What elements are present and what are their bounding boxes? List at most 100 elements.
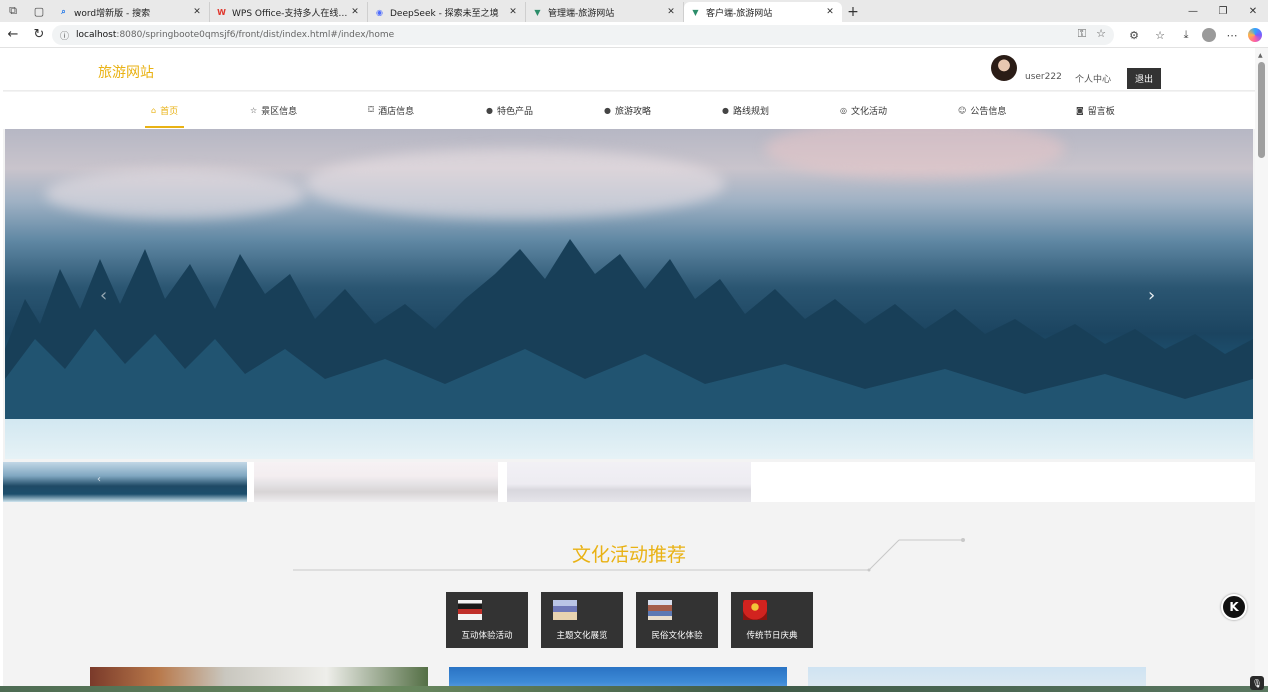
nav-item-scenic[interactable]: ☆ 景区信息	[250, 92, 297, 128]
close-icon[interactable]: ✕	[507, 7, 519, 17]
downloads-icon[interactable]: ⤓	[1176, 25, 1196, 45]
microphone-icon[interactable]: 🎙	[1250, 676, 1264, 690]
carousel-thumbnail[interactable]	[507, 462, 751, 502]
tab-title: WPS Office-支持多人在线编辑多种文档格式	[232, 8, 349, 19]
vue-icon: ▼	[534, 7, 541, 17]
banner-cloud	[305, 149, 725, 219]
banner-cloud	[45, 169, 305, 219]
banner-cloud	[765, 129, 1065, 179]
carousel-prev-icon[interactable]: ‹	[100, 285, 107, 306]
nav-item-home[interactable]: ⌂ 首页	[144, 92, 185, 128]
user-avatar[interactable]	[991, 55, 1017, 81]
nav-item-notices[interactable]: ☺ 公告信息	[958, 92, 1006, 128]
url-path: :8080/springboote0qmsjf6/front/dist/inde…	[116, 30, 395, 40]
section-title: 文化活动推荐	[571, 544, 686, 566]
url-field[interactable]: ⓘ localhost:8080/springboote0qmsjf6/fron…	[52, 25, 1114, 45]
url-host: localhost	[76, 30, 117, 40]
globe-icon: ◎	[840, 105, 847, 115]
reload-icon[interactable]: ↻	[26, 22, 52, 48]
nav-label: 公告信息	[970, 106, 1007, 117]
category-label: 主题文化展览	[556, 631, 608, 641]
nav-item-guides[interactable]: ● 旅游攻略	[604, 92, 651, 128]
info-circle-icon: ●	[722, 105, 729, 115]
nav-item-products[interactable]: ● 特色产品	[486, 92, 533, 128]
window-controls: — ❐ ✕	[1178, 0, 1268, 22]
page-content: 旅游网站 user222 个人中心 退出 ⌂ 首页 ☆ 景区信息 ⛋ 酒店信息 …	[3, 48, 1255, 692]
folk-image	[648, 600, 672, 620]
floating-assistant-button[interactable]: K	[1221, 594, 1247, 620]
nav-label: 旅游攻略	[614, 106, 651, 117]
tab-title: DeepSeek - 探索未至之境	[390, 8, 499, 19]
profile-avatar[interactable]	[1202, 28, 1216, 42]
site-header: 旅游网站 user222 个人中心 退出	[3, 48, 1255, 91]
scroll-up-icon[interactable]: ▲	[1258, 52, 1263, 59]
chevron-left-icon: ‹	[97, 474, 101, 485]
tab-title: 管理端-旅游网站	[548, 8, 615, 19]
category-label: 互动体验活动	[461, 631, 513, 641]
exhibition-image	[553, 600, 577, 620]
close-window-icon[interactable]: ✕	[1238, 0, 1268, 22]
omnibox-actions: ⚿ ☆	[1078, 27, 1106, 41]
browser-tab-5[interactable]: ▼ 客户端-旅游网站 ✕	[684, 2, 842, 22]
extensions-icon[interactable]: ⚙	[1124, 25, 1144, 45]
scroll-thumb[interactable]	[1258, 62, 1265, 158]
theater-image	[458, 600, 482, 620]
tab-title: 客户端-旅游网站	[706, 8, 773, 19]
nav-label: 文化活动	[850, 106, 887, 117]
star-icon: ☆	[250, 105, 258, 115]
category-card-festival[interactable]: 传统节日庆典	[731, 592, 813, 648]
close-icon[interactable]: ✕	[665, 7, 677, 17]
vue-icon: ▼	[692, 7, 699, 17]
shopping-bag-icon: ⛋	[368, 105, 375, 114]
main-nav: ⌂ 首页 ☆ 景区信息 ⛋ 酒店信息 ● 特色产品 ● 旅游攻略 ● 路线规划 …	[3, 92, 1255, 129]
minimize-icon[interactable]: —	[1178, 0, 1208, 22]
browser-tab-4[interactable]: ▼ 管理端-旅游网站 ✕	[526, 2, 684, 22]
carousel-thumbnail[interactable]	[254, 462, 498, 502]
carousel-thumbnails: ‹	[3, 462, 1255, 502]
browser-tab-1[interactable]: ⌕ word增新版 - 搜索 ✕	[52, 2, 210, 22]
deepseek-icon: ◉	[376, 7, 383, 17]
carousel-thumbnail[interactable]: ‹	[3, 462, 247, 502]
search-icon: ⌕	[61, 7, 66, 16]
nav-item-messages[interactable]: ◙ 留言板	[1076, 92, 1115, 128]
more-icon[interactable]: ⋯	[1222, 25, 1242, 45]
favorites-icon[interactable]: ☆	[1150, 25, 1170, 45]
nav-label: 首页	[160, 106, 179, 117]
nav-item-routes[interactable]: ● 路线规划	[722, 92, 769, 128]
user-name: user222	[1025, 72, 1062, 82]
nav-item-culture[interactable]: ◎ 文化活动	[840, 92, 887, 128]
forest-image	[5, 239, 1253, 419]
close-icon[interactable]: ✕	[191, 7, 203, 17]
copilot-icon[interactable]	[1248, 28, 1262, 42]
close-icon[interactable]: ✕	[349, 7, 361, 17]
tab-actions-icon[interactable]: ▢	[26, 0, 52, 22]
back-icon[interactable]: ←	[0, 22, 26, 48]
address-bar: ← ↻ ⓘ localhost:8080/springboote0qmsjf6/…	[0, 22, 1268, 48]
desktop-taskbar	[0, 686, 1268, 692]
site-logo[interactable]: 旅游网站	[98, 62, 154, 82]
favorite-star-icon[interactable]: ☆	[1096, 27, 1106, 41]
user-center-link[interactable]: 个人中心	[1075, 72, 1111, 85]
category-card-folk[interactable]: 民俗文化体验	[636, 592, 718, 648]
category-label: 民俗文化体验	[651, 631, 703, 641]
tab-title: word增新版 - 搜索	[74, 8, 151, 19]
carousel-next-icon[interactable]: ›	[1148, 285, 1155, 306]
category-card-exhibition[interactable]: 主题文化展览	[541, 592, 623, 648]
logout-button[interactable]: 退出	[1127, 68, 1161, 89]
key-icon[interactable]: ⚿	[1078, 27, 1086, 41]
workspaces-icon[interactable]: ⧉	[0, 0, 26, 22]
category-card-interactive[interactable]: 互动体验活动	[446, 592, 528, 648]
nav-item-hotel[interactable]: ⛋ 酒店信息	[368, 92, 414, 128]
page-scrollbar[interactable]: ▲	[1255, 48, 1268, 692]
restore-icon[interactable]: ❐	[1208, 0, 1238, 22]
nav-label: 留言板	[1087, 106, 1115, 117]
site-info-icon[interactable]: ⓘ	[60, 29, 72, 42]
browser-toolbar: ⚙ ☆ ⤓ ⋯	[1124, 25, 1262, 45]
browser-tab-3[interactable]: ◉ DeepSeek - 探索未至之境 ✕	[368, 2, 526, 22]
nav-label: 景区信息	[261, 106, 298, 117]
new-tab-button[interactable]: +	[842, 2, 864, 22]
close-icon[interactable]: ✕	[824, 7, 836, 17]
browser-tab-2[interactable]: W WPS Office-支持多人在线编辑多种文档格式 ✕	[210, 2, 368, 22]
hero-carousel: ‹ ›	[5, 129, 1253, 459]
info-circle-icon: ●	[486, 105, 493, 115]
